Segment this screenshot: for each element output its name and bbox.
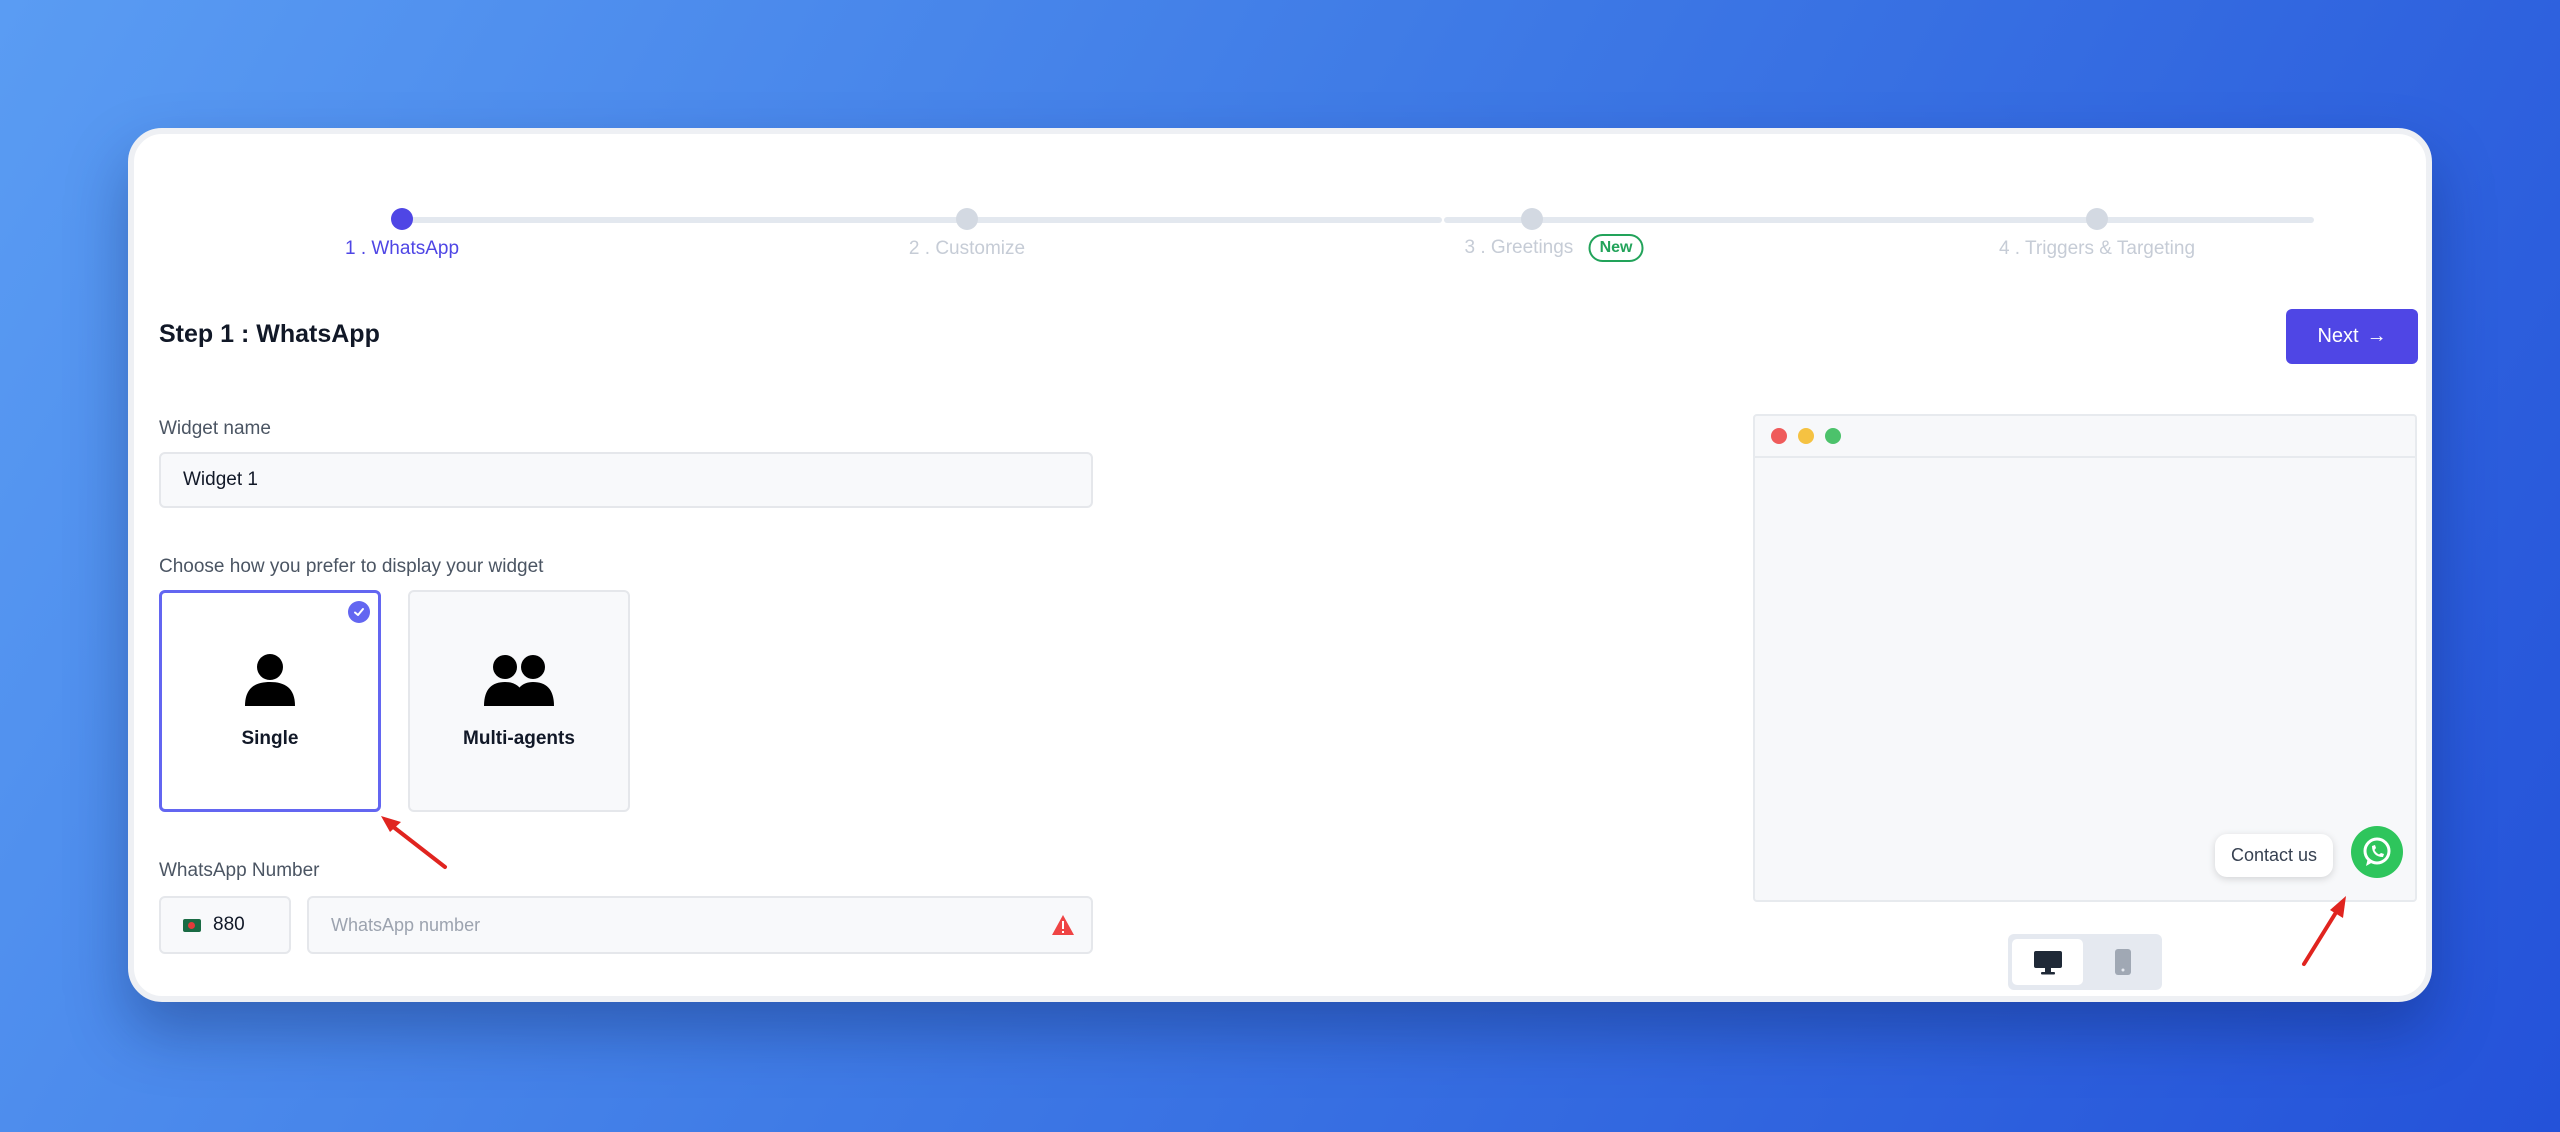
country-code-value: 880 bbox=[213, 914, 245, 935]
desktop-icon bbox=[2033, 951, 2062, 975]
mobile-view-button[interactable] bbox=[2087, 939, 2158, 985]
device-toggle bbox=[2008, 934, 2162, 990]
step-label-greetings[interactable]: 3 . Greetings New bbox=[1465, 234, 1644, 262]
display-option-label: Single bbox=[241, 728, 299, 749]
window-maximize-dot bbox=[1825, 428, 1841, 444]
preview-window-bar bbox=[1755, 416, 2415, 458]
next-button-label: Next bbox=[2317, 325, 2359, 347]
user-icon bbox=[245, 654, 295, 706]
step-label-triggers[interactable]: 4 . Triggers & Targeting bbox=[1999, 238, 2195, 260]
step-label-customize[interactable]: 2 . Customize bbox=[909, 238, 1025, 260]
desktop-view-button[interactable] bbox=[2012, 939, 2083, 985]
stepper: 1 . WhatsApp 2 . Customize 3 . Greetings… bbox=[134, 134, 2426, 274]
display-mode-label: Choose how you prefer to display your wi… bbox=[159, 556, 544, 577]
step-dot-whatsapp[interactable] bbox=[391, 208, 413, 230]
stepper-track bbox=[402, 217, 1442, 223]
country-code-select[interactable]: 880 bbox=[159, 896, 291, 954]
display-option-single[interactable]: Single bbox=[159, 590, 381, 812]
whatsapp-chat-button[interactable] bbox=[2351, 826, 2403, 878]
annotation-arrow-icon bbox=[381, 816, 447, 869]
window-close-dot bbox=[1771, 428, 1787, 444]
step-dot-greetings[interactable] bbox=[1521, 208, 1543, 230]
check-icon bbox=[348, 601, 370, 623]
step-dot-customize[interactable] bbox=[956, 208, 978, 230]
widget-name-label: Widget name bbox=[159, 418, 271, 439]
whatsapp-number-placeholder: WhatsApp number bbox=[331, 914, 481, 935]
widget-name-input[interactable]: Widget 1 bbox=[159, 452, 1093, 508]
step-label-greetings-text: 3 . Greetings bbox=[1464, 237, 1574, 259]
step-label-whatsapp[interactable]: 1 . WhatsApp bbox=[345, 238, 459, 260]
page-title: Step 1 : WhatsApp bbox=[159, 320, 380, 348]
widget-setup-card: 1 . WhatsApp 2 . Customize 3 . Greetings… bbox=[128, 128, 2432, 1002]
window-minimize-dot bbox=[1798, 428, 1814, 444]
whatsapp-number-input[interactable]: WhatsApp number bbox=[307, 896, 1093, 954]
whatsapp-icon bbox=[2363, 837, 2391, 866]
display-option-label: Multi-agents bbox=[463, 728, 575, 749]
whatsapp-number-label: WhatsApp Number bbox=[159, 860, 320, 881]
new-badge: New bbox=[1588, 234, 1644, 262]
users-icon bbox=[484, 655, 554, 706]
contact-us-label[interactable]: Contact us bbox=[2215, 834, 2334, 877]
widget-preview: Contact us bbox=[1753, 414, 2417, 902]
warning-icon bbox=[1052, 915, 1074, 935]
display-option-multi-agents[interactable]: Multi-agents bbox=[408, 590, 630, 812]
next-button[interactable]: Next → bbox=[2286, 309, 2418, 364]
bangladesh-flag-icon bbox=[183, 918, 201, 932]
mobile-icon bbox=[2114, 949, 2131, 975]
annotation-arrow-icon bbox=[2302, 896, 2346, 966]
stepper-track bbox=[1444, 217, 2314, 223]
arrow-right-icon: → bbox=[2366, 325, 2387, 347]
step-dot-triggers[interactable] bbox=[2086, 208, 2108, 230]
